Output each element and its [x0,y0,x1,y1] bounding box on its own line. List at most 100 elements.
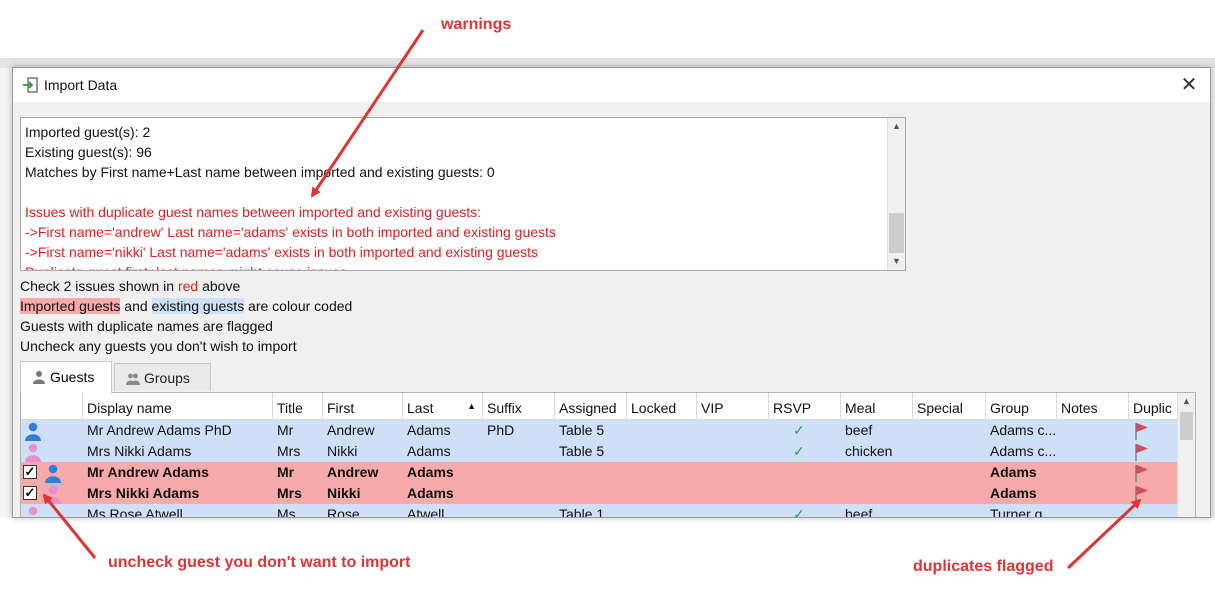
cell-rsvp [769,462,841,483]
cell-suffix [483,483,555,504]
existing-guests-key: existing guests [151,298,245,314]
scroll-up-icon[interactable]: ▲ [1178,393,1195,410]
cell-meal [841,483,913,504]
column-header-display-name[interactable]: Display name [83,393,273,419]
warnings-annotation: warnings [441,16,512,33]
cell-suffix [483,462,555,483]
cell-title: Ms [277,506,296,518]
cell-assigned [555,483,627,504]
cell-display: Mrs Nikki Adams [87,443,192,459]
table-row[interactable]: Mr Andrew Adams PhD Mr Andrew Adams PhD Table… [21,420,1178,441]
log-line: Existing guest(s): 96 [25,144,152,160]
header-cell-select [21,393,83,419]
column-header-meal[interactable]: Meal [841,393,913,419]
cell-title: Mrs [277,443,301,459]
column-header-duplic[interactable]: Duplic [1129,393,1181,419]
duplicate-flag-icon [1135,486,1148,503]
scroll-down-icon[interactable]: ▼ [888,253,905,270]
import-checkbox[interactable]: ✓ [23,486,37,500]
male-guest-icon [25,422,41,441]
cell-rsvp: ✓ [793,506,805,518]
column-header-group[interactable]: Group [986,393,1057,419]
issues-count-line: Check 2 issues shown in red above [20,278,241,294]
close-button[interactable]: ✕ [1178,74,1200,96]
table-scroll-thumb[interactable] [1180,412,1193,440]
duplicate-flag-icon [1135,423,1148,440]
import-icon [23,77,38,93]
cell-display: Mr Andrew Adams [87,464,209,480]
column-header-title[interactable]: Title [273,393,323,419]
female-guest-icon [28,506,38,516]
dialog-title: Import Data [44,77,118,93]
cell-group: Adams c... [990,443,1057,459]
cell-assigned: Table 5 [559,443,605,459]
cell-assigned: Table 1 [559,506,605,518]
male-guest-icon [45,464,61,483]
column-header-suffix[interactable]: Suffix [483,393,555,419]
import-checkbox[interactable]: ✓ [23,465,37,479]
column-header-assigned[interactable]: Assigned [555,393,627,419]
log-lines: Imported guest(s): 2 Existing guest(s): 9… [25,122,885,270]
cell-group: Adams [990,464,1037,480]
sort-ascending-icon: ▲ [467,401,476,411]
dialog-titlebar: Import Data ✕ [13,68,1210,102]
duplicate-flag-icon [1135,444,1148,461]
guest-table: Display name Title First Last ▲ Suffix Assigne… [20,392,1196,518]
cell-last: Adams [407,443,451,459]
cell-group: Turner g... [990,506,1055,518]
cell-rsvp [769,483,841,504]
cell-display: Mr Andrew Adams PhD [87,422,232,438]
cell-first: Nikki [327,485,361,501]
imported-guests-key: Imported guests [20,298,121,314]
cell-title: Mr [277,464,295,480]
female-guest-icon [25,443,41,462]
duplicate-flag-icon [1135,465,1148,482]
column-header-locked[interactable]: Locked [627,393,697,419]
cell-first: Rose [327,506,360,518]
person-icon [33,371,45,384]
cell-rsvp: ✓ [793,422,805,438]
flag-info-line: Guests with duplicate names are flagged [20,318,273,334]
colour-key-line: Imported guests and existing guests are … [20,298,353,314]
column-header-first[interactable]: First [323,393,403,419]
tab-groups[interactable]: Groups [114,363,211,391]
cell-meal: beef [845,506,873,518]
cell-first: Andrew [327,422,375,438]
column-header-rsvp[interactable]: RSVP [769,393,841,419]
table-row[interactable]: Ms Rose Atwell Ms Rose Atwell Table 1 ✓ beef Tu… [21,504,1178,518]
cell-display: Ms Rose Atwell [87,506,183,518]
cell-suffix [483,441,555,462]
import-log[interactable]: Imported guest(s): 2 Existing guest(s): 9… [20,117,906,271]
cell-rsvp: ✓ [793,443,805,459]
column-header-special[interactable]: Special [913,393,986,419]
uncheck-info-line: Uncheck any guests you don't wish to imp… [20,338,297,354]
cell-meal: beef [845,422,873,438]
tab-guests[interactable]: Guests [20,361,112,393]
column-header-vip[interactable]: VIP [697,393,769,419]
import-data-dialog: Import Data ✕ Imported guest(s): 2 Existi… [12,67,1211,518]
red-word: red [177,278,199,294]
uncheck-annotation: uncheck guest you don't want to import [108,554,411,571]
cell-first: Andrew [327,464,379,480]
table-row[interactable]: ✓ Mr Andrew Adams Mr Andrew Adams Adams [21,462,1178,483]
cell-suffix [483,504,555,517]
scroll-up-icon[interactable]: ▲ [888,118,905,135]
info-panel: Check 2 issues shown in red above Import… [20,276,352,356]
log-line: Matches by First name+Last name between … [25,164,495,180]
table-scrollbar[interactable]: ▲ [1177,393,1195,517]
cell-first: Nikki [327,443,358,459]
cell-group: Adams [990,485,1037,501]
log-scroll-thumb[interactable] [889,213,904,253]
column-header-last[interactable]: Last ▲ [403,393,483,419]
cell-title: Mrs [277,485,302,501]
cell-display: Mrs Nikki Adams [87,485,200,501]
cell-last: Adams [407,464,454,480]
cell-meal: chicken [845,443,893,459]
table-row[interactable]: ✓ Mrs Nikki Adams Mrs Nikki Adams Adams [21,483,1178,504]
group-icon [126,373,140,385]
log-scrollbar[interactable]: ▲ ▼ [887,118,905,270]
column-header-notes[interactable]: Notes [1057,393,1129,419]
log-line: Duplicate guest first+last names might c… [25,262,885,270]
table-row[interactable]: Mrs Nikki Adams Mrs Nikki Adams Table 5 ✓ chic… [21,441,1178,462]
